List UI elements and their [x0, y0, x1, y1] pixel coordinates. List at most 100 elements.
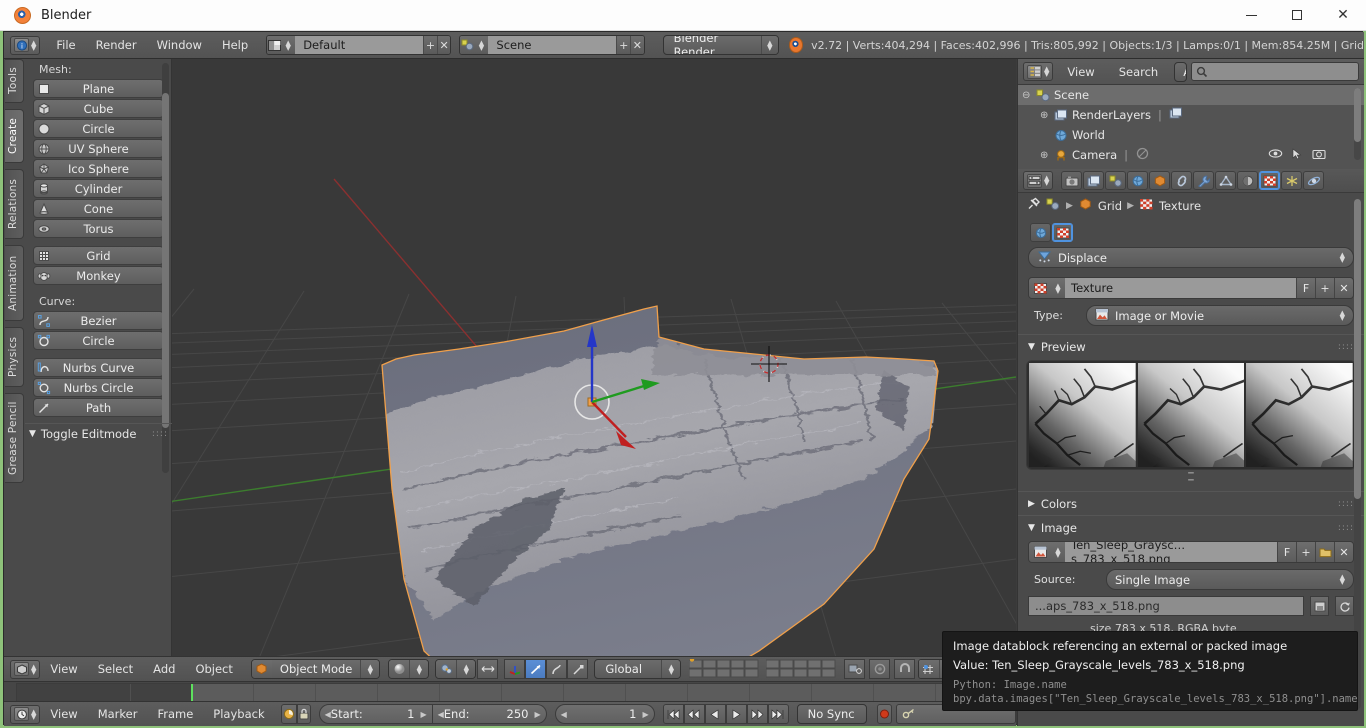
start-frame-value[interactable]: 1 — [407, 707, 414, 721]
outliner-editor[interactable]: ▲▼ View Search All Scenes ▲▼ ⊖ Scene — [1017, 59, 1364, 169]
image-fake-user-button[interactable]: F — [1277, 542, 1296, 562]
viewport-menu-view[interactable]: View — [40, 658, 87, 680]
tool-tab-create[interactable]: Create — [5, 109, 24, 163]
panel-grip-icon[interactable]: :::: — [152, 429, 168, 439]
timeline-menu-frame[interactable]: Frame — [147, 703, 203, 725]
tool-tab-relations[interactable]: Relations — [5, 169, 24, 239]
toggle-editmode-panel[interactable]: ▼ Toggle Editmode :::: — [25, 423, 172, 444]
modifier-selector-value[interactable]: Displace — [1058, 251, 1107, 265]
texture-type-value[interactable]: Image or Movie — [1115, 309, 1204, 323]
jump-to-end-button[interactable] — [768, 704, 789, 724]
scene-spinner[interactable]: ▲▼ — [474, 36, 488, 54]
panel-grip-icon[interactable]: :::: — [1338, 342, 1354, 352]
transform-orientation-value[interactable]: Global — [595, 660, 661, 678]
preview-section-header[interactable]: ▼ Preview :::: — [1018, 334, 1364, 358]
properties-tab-particles[interactable] — [1281, 171, 1302, 190]
timeline-menu-view[interactable]: View — [40, 703, 87, 725]
image-name-field[interactable]: Ten_Sleep_Graysc…s_783_x_518.png — [1065, 542, 1277, 562]
panel-grip-icon[interactable]: :::: — [1338, 523, 1354, 533]
modifier-selector[interactable]: Displace ▲▼ — [1028, 247, 1354, 268]
play-button[interactable] — [726, 704, 747, 724]
texture-context-brush-button[interactable] — [1052, 223, 1073, 242]
texture-context-world-button[interactable] — [1030, 223, 1051, 242]
properties-tab-material[interactable] — [1237, 171, 1258, 190]
breadcrumb-texture-label[interactable]: Texture — [1159, 199, 1201, 213]
expander-icon[interactable]: ⊕ — [1040, 150, 1054, 161]
toggle-editmode-header[interactable]: ▼ Toggle Editmode :::: — [25, 424, 172, 444]
outliner-display-mode-value[interactable]: All Scenes — [1175, 63, 1187, 81]
chevron-updown-icon[interactable]: ▲▼ — [1340, 253, 1345, 262]
add-cylinder-button[interactable]: Cylinder — [33, 179, 164, 198]
colors-section-header[interactable]: ▶ Colors :::: — [1018, 491, 1364, 515]
viewport-menu-object[interactable]: Object — [185, 658, 242, 680]
image-source-value[interactable]: Single Image — [1115, 573, 1190, 587]
interaction-mode-value[interactable]: Object Mode — [272, 660, 360, 678]
viewport-menu-add[interactable]: Add — [143, 658, 185, 680]
texture-unlink-button[interactable]: ✕ — [1334, 278, 1353, 298]
scene-add-button[interactable]: + — [616, 36, 630, 54]
current-frame-value[interactable]: 1 — [629, 707, 636, 721]
image-new-button[interactable]: + — [1296, 542, 1315, 562]
pivot-point-selector[interactable]: ▲▼ — [435, 659, 476, 679]
translate-manipulator-button[interactable] — [504, 659, 525, 679]
chevron-updown-icon[interactable]: ▲▼ — [1340, 575, 1345, 584]
nav-right-icon[interactable]: ▶ — [642, 710, 648, 719]
add-nurbs-curve-button[interactable]: Nurbs Curve — [33, 358, 164, 377]
panel-grip-icon[interactable]: :::: — [1338, 499, 1354, 509]
add-plane-button[interactable]: Plane — [33, 79, 164, 98]
close-button[interactable]: ✕ — [1320, 0, 1366, 31]
menu-help[interactable]: Help — [212, 34, 258, 56]
image-source-selector[interactable]: Single Image ▲▼ — [1106, 569, 1354, 590]
properties-tab-physics[interactable] — [1303, 171, 1324, 190]
tool-tab-grease-pencil[interactable]: Grease Pencil — [5, 393, 24, 483]
properties-tab-data[interactable] — [1215, 171, 1236, 190]
current-frame-field[interactable]: ◀ 1 ▶ — [555, 704, 655, 724]
breadcrumb-object-label[interactable]: Grid — [1098, 199, 1122, 213]
expander-icon[interactable]: ⊕ — [1040, 110, 1054, 121]
interaction-mode-selector[interactable]: Object Mode ▲▼ — [251, 659, 380, 679]
properties-tab-render[interactable] — [1061, 171, 1082, 190]
outliner-scrollbar[interactable] — [1354, 88, 1361, 160]
add-monkey-button[interactable]: Monkey — [33, 266, 164, 285]
interaction-mode-spinner[interactable]: ▲▼ — [360, 660, 379, 678]
cursor-arrow-icon[interactable] — [1292, 148, 1303, 163]
maximize-button[interactable] — [1274, 0, 1320, 31]
scene-layers-bottom-group[interactable] — [766, 659, 838, 679]
image-reload-button[interactable] — [1335, 596, 1354, 616]
editor-type-selector-info[interactable]: i ▲▼ — [10, 36, 40, 55]
sync-mode-selector[interactable]: No Sync ▲▼ — [797, 704, 867, 724]
transform-orientation-selector[interactable]: Global ▲▼ — [594, 659, 681, 679]
add-curve-circle-button[interactable]: Circle — [33, 331, 164, 350]
properties-tab-constraints[interactable] — [1171, 171, 1192, 190]
preview-resize-grip[interactable]: ━━ — [1018, 471, 1364, 485]
manipulator-extra-button[interactable] — [567, 659, 588, 679]
eye-icon[interactable] — [1268, 148, 1283, 163]
add-nurbs-circle-button[interactable]: Nurbs Circle — [33, 378, 164, 397]
screen-layout-spinner[interactable]: ▲▼ — [281, 36, 295, 54]
menu-file[interactable]: File — [46, 34, 85, 56]
nav-left-icon[interactable]: ◀ — [561, 710, 567, 719]
add-circle-button[interactable]: Circle — [33, 119, 164, 138]
render-engine-value[interactable]: Blender Render — [664, 36, 761, 54]
editor-type-selector-3dview[interactable]: ▲▼ — [10, 660, 40, 679]
image-section-header[interactable]: ▼ Image :::: — [1018, 515, 1364, 539]
outliner-row-world[interactable]: World — [1018, 125, 1364, 145]
menu-render[interactable]: Render — [86, 34, 147, 56]
rotate-manipulator-button[interactable] — [525, 659, 546, 679]
tool-tab-animation[interactable]: Animation — [5, 245, 24, 321]
scene-selector[interactable]: ▲▼ Scene + ✕ — [459, 35, 644, 55]
breadcrumb-scene-icon[interactable] — [1046, 198, 1061, 214]
chevron-updown-icon[interactable]: ▲▼ — [1340, 311, 1345, 320]
image-browse-spinner[interactable]: ▲▼ — [1051, 542, 1065, 562]
timeline-menu-marker[interactable]: Marker — [88, 703, 148, 725]
pivot-point-spinner[interactable]: ▲▼ — [456, 660, 475, 678]
lock-to-scene-button[interactable] — [844, 659, 865, 679]
screen-layout-value[interactable]: Default — [295, 36, 423, 54]
image-pack-button[interactable] — [1310, 596, 1329, 616]
scene-layers-top-group[interactable] — [689, 659, 761, 679]
end-frame-value[interactable]: 250 — [507, 707, 529, 721]
transform-orientation-spinner[interactable]: ▲▼ — [661, 660, 680, 678]
auto-keyframe-button[interactable] — [877, 704, 892, 724]
add-cone-button[interactable]: Cone — [33, 199, 164, 218]
outliner-menu-search[interactable]: Search — [1109, 61, 1169, 83]
